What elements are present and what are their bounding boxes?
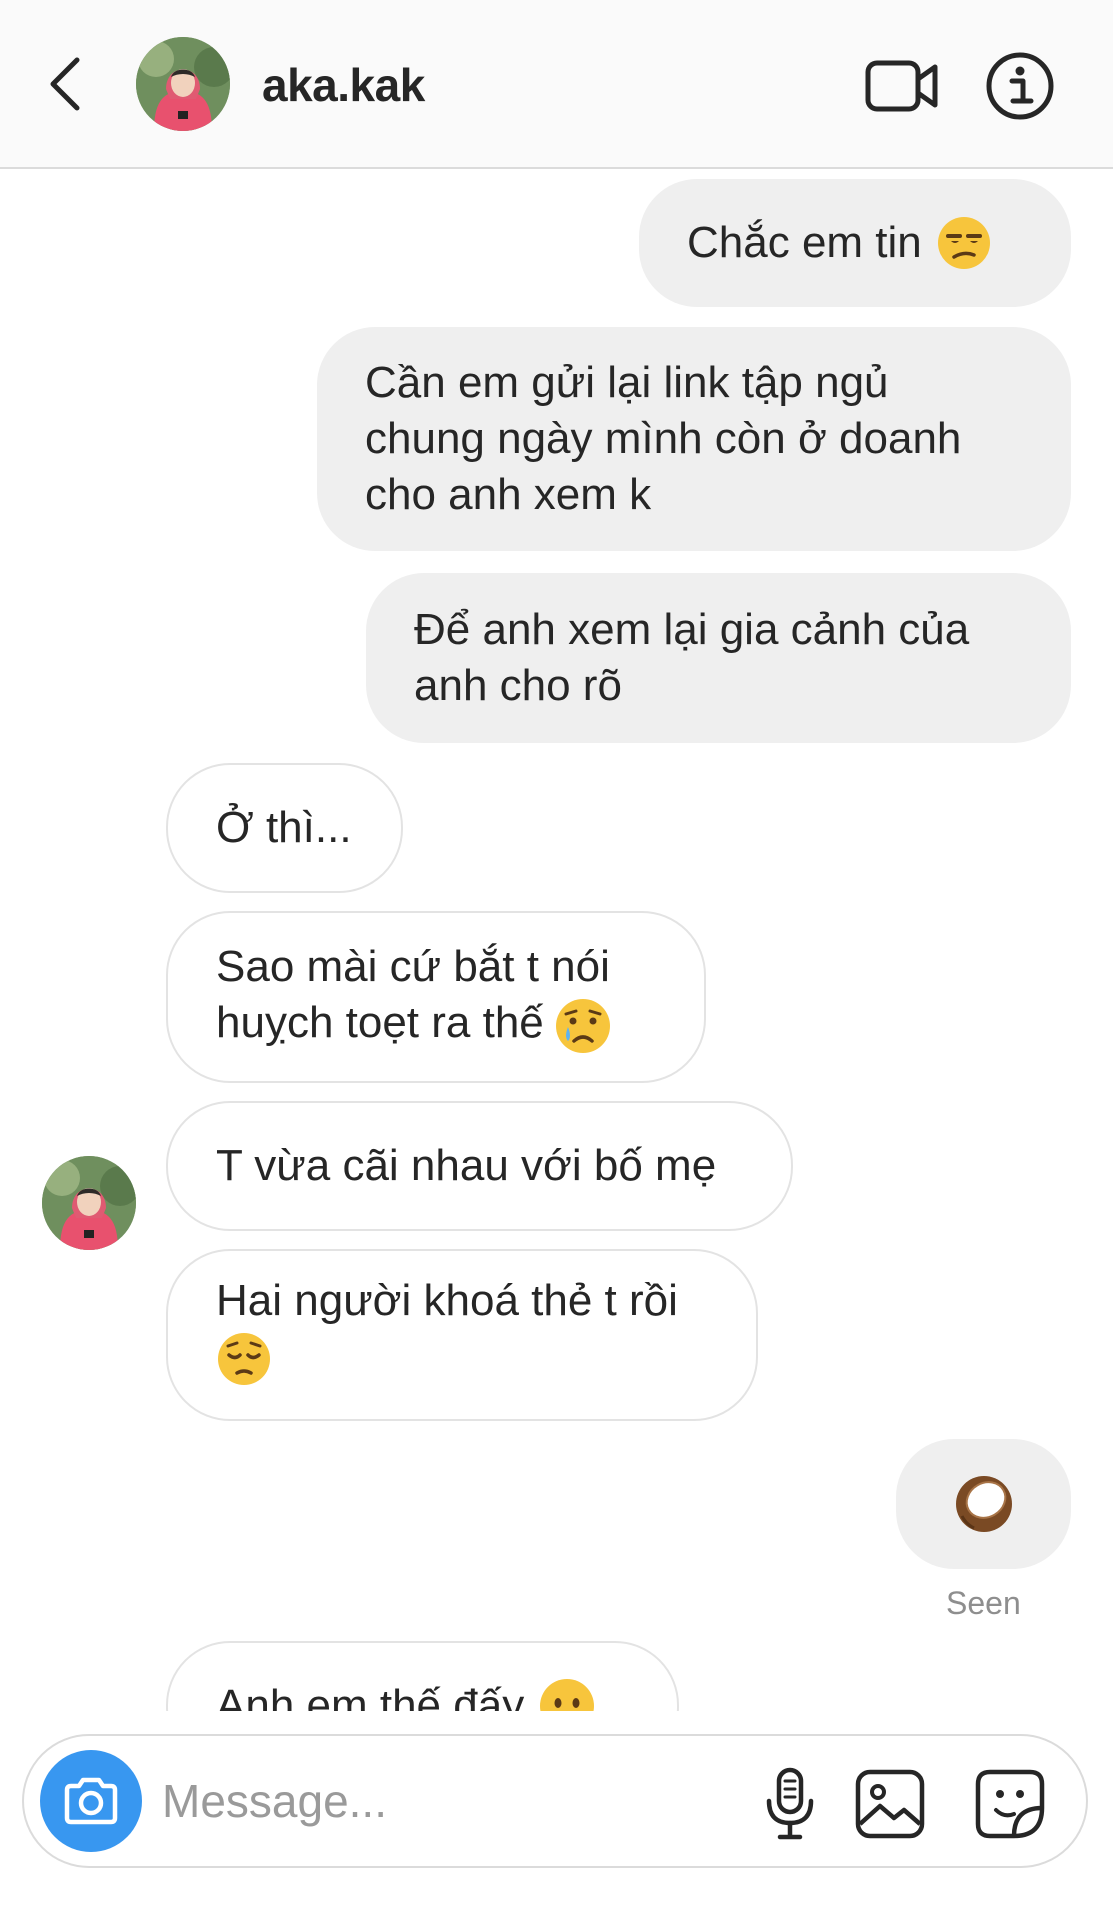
microphone-button[interactable] xyxy=(750,1764,830,1844)
microphone-icon xyxy=(766,1767,814,1840)
sticker-button[interactable] xyxy=(970,1764,1050,1844)
message-text: T vừa cãi nhau với bố mẹ xyxy=(216,1141,717,1190)
incoming-message[interactable]: Sao mài cứ bắt t nói huỵch toẹt ra thế xyxy=(166,911,706,1083)
camera-button[interactable] xyxy=(40,1750,142,1852)
message-composer xyxy=(22,1734,1088,1868)
message-text: Hai người khoá thẻ t rồi xyxy=(216,1273,678,1387)
outgoing-message[interactable]: Để anh xem lại gia cảnh của anh cho rõ xyxy=(366,573,1071,743)
chat-header: aka.kak xyxy=(0,0,1113,169)
message-text: Anh em thế đấy xyxy=(216,1681,525,1711)
outgoing-message[interactable] xyxy=(896,1439,1071,1569)
message-text: Sao mài cứ bắt t nói huỵch toẹt ra thế xyxy=(216,939,612,1054)
message-input[interactable] xyxy=(162,1766,722,1836)
avatar[interactable] xyxy=(136,37,230,131)
sticker-icon xyxy=(975,1769,1045,1839)
crying-face-emoji xyxy=(555,998,610,1053)
incoming-message[interactable]: Ở thì... xyxy=(166,763,403,893)
message-text: Cần em gửi lại link tập ngủ chung ngày m… xyxy=(365,358,962,519)
incoming-message[interactable]: Anh em thế đấy xyxy=(166,1641,679,1711)
pensive-face-emoji xyxy=(218,1333,270,1385)
incoming-message[interactable]: Hai người khoá thẻ t rồi xyxy=(166,1249,758,1421)
unamused-face-emoji xyxy=(937,217,990,269)
info-button[interactable] xyxy=(980,46,1060,126)
video-camera-icon xyxy=(865,60,938,112)
outgoing-message[interactable]: Chắc em tin xyxy=(639,179,1071,307)
gallery-icon xyxy=(855,1769,925,1839)
face-without-mouth-emoji xyxy=(540,1679,595,1711)
chevron-left-icon xyxy=(50,57,80,111)
coconut-emoji xyxy=(955,1476,1012,1532)
outgoing-message[interactable]: Cần em gửi lại link tập ngủ chung ngày m… xyxy=(317,327,1071,551)
sender-avatar[interactable] xyxy=(42,1156,136,1250)
video-call-button[interactable] xyxy=(862,46,942,126)
seen-status: Seen xyxy=(946,1585,1021,1621)
gallery-button[interactable] xyxy=(850,1764,930,1844)
message-text: Chắc em tin xyxy=(687,218,922,267)
message-thread[interactable]: Chắc em tin Cần em gửi lại link tập ngủ … xyxy=(0,171,1113,1711)
message-text-line: Hai người khoá thẻ t rồi xyxy=(216,1276,678,1325)
incoming-message[interactable]: T vừa cãi nhau với bố mẹ xyxy=(166,1101,793,1231)
chat-username[interactable]: aka.kak xyxy=(262,58,425,112)
message-text: Để anh xem lại gia cảnh của anh cho rõ xyxy=(414,605,970,710)
back-button[interactable] xyxy=(44,52,84,116)
camera-icon xyxy=(64,1777,118,1825)
info-icon xyxy=(986,52,1054,120)
message-text: Ở thì... xyxy=(216,803,352,852)
